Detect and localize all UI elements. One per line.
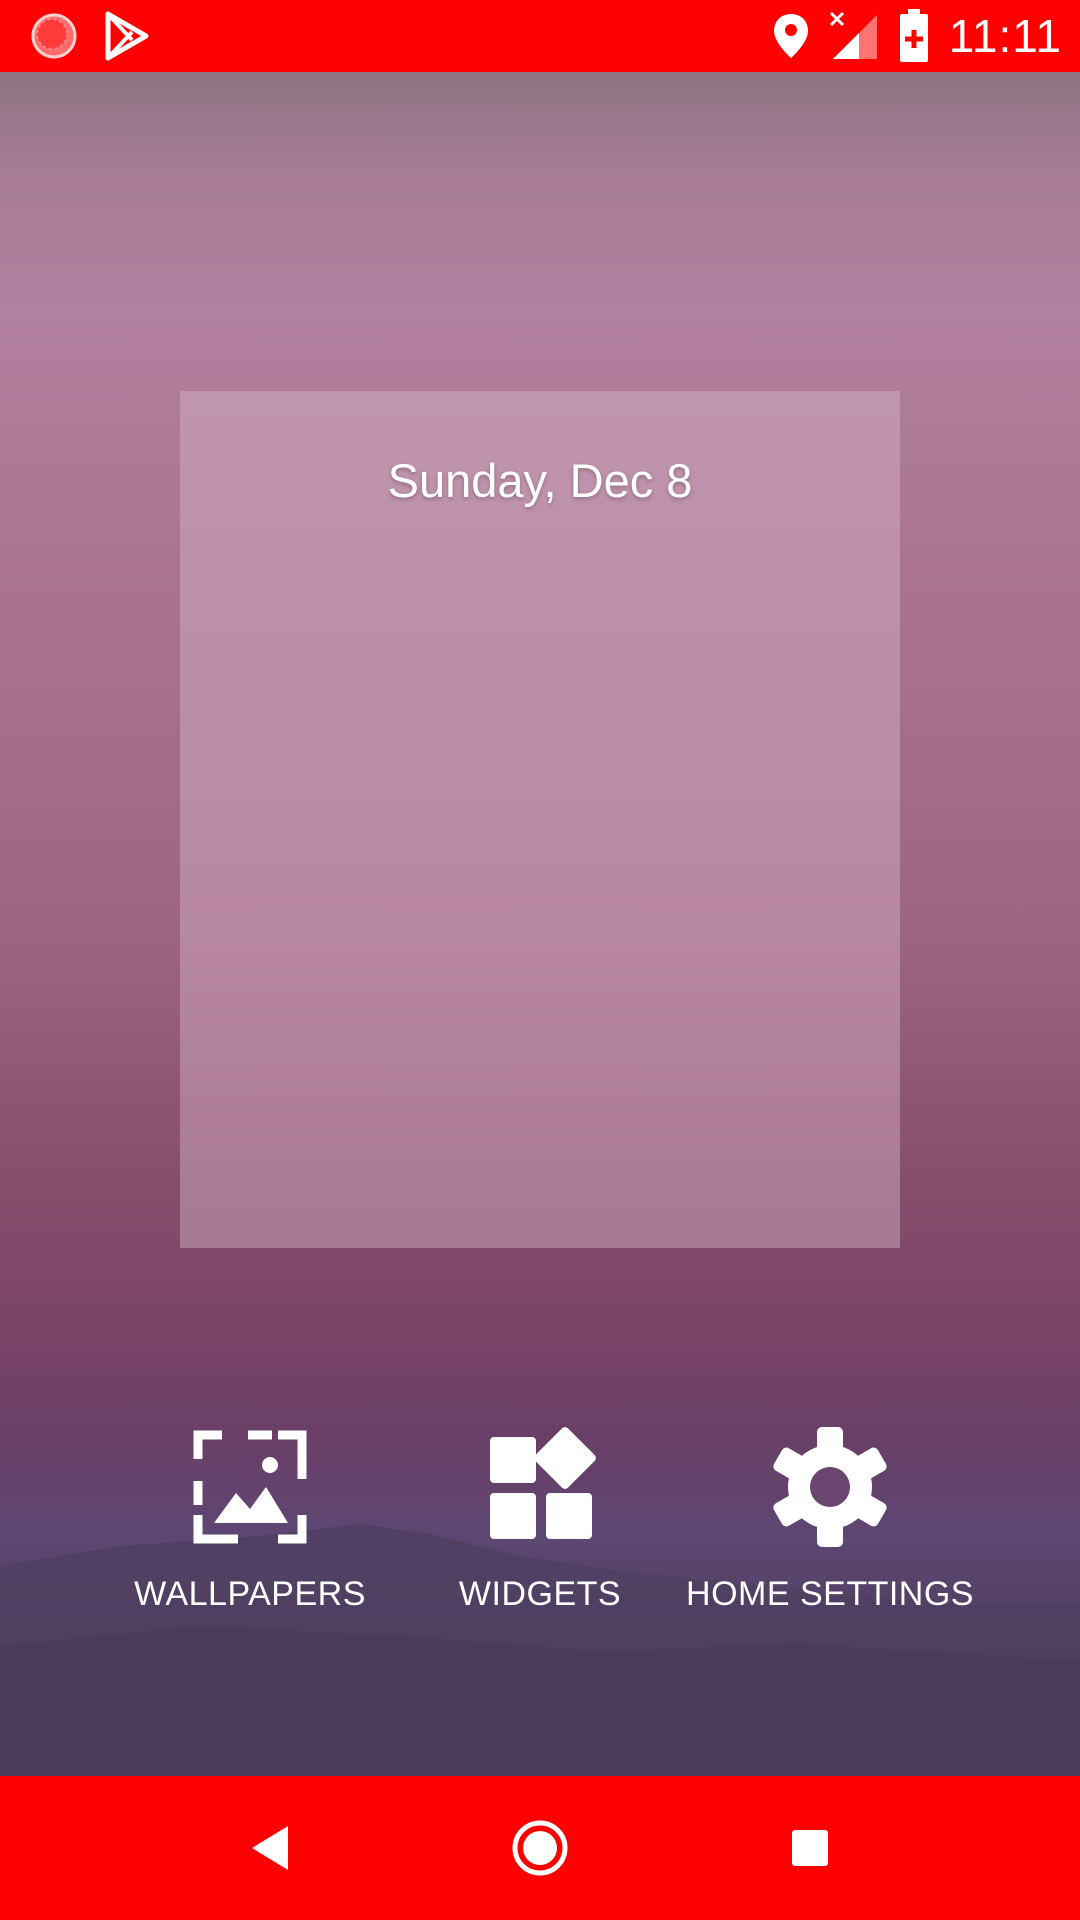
clock: 11:11 — [948, 10, 1062, 62]
widgets-button[interactable]: WIDGETS — [390, 1425, 690, 1614]
back-icon[interactable] — [240, 1818, 300, 1878]
wallpaper-icon — [193, 1430, 307, 1544]
wallpapers-button[interactable]: WALLPAPERS — [100, 1425, 400, 1614]
status-bar: 11:11 — [0, 0, 1080, 72]
widgets-icon — [490, 1427, 596, 1539]
battery-charging-icon — [899, 9, 928, 62]
wallpapers-label: WALLPAPERS — [134, 1575, 366, 1613]
home-screen-preview[interactable]: Sunday, Dec 8 — [180, 391, 900, 1248]
location-icon — [773, 14, 808, 58]
widgets-label: WIDGETS — [458, 1575, 622, 1613]
status-icons: 11:11 — [771, 0, 1062, 72]
cell-signal-no-data-icon — [829, 11, 877, 59]
home-settings-button[interactable]: HOME SETTINGS — [680, 1425, 980, 1614]
date-widget[interactable]: Sunday, Dec 8 — [180, 453, 900, 508]
navigation-bar — [0, 1776, 1080, 1920]
gear-icon — [773, 1427, 887, 1547]
recents-icon[interactable] — [780, 1818, 840, 1878]
app-notification-icon — [31, 13, 77, 59]
home-settings-label: HOME SETTINGS — [686, 1575, 974, 1613]
home-icon[interactable] — [510, 1818, 570, 1878]
play-store-icon — [105, 11, 149, 61]
